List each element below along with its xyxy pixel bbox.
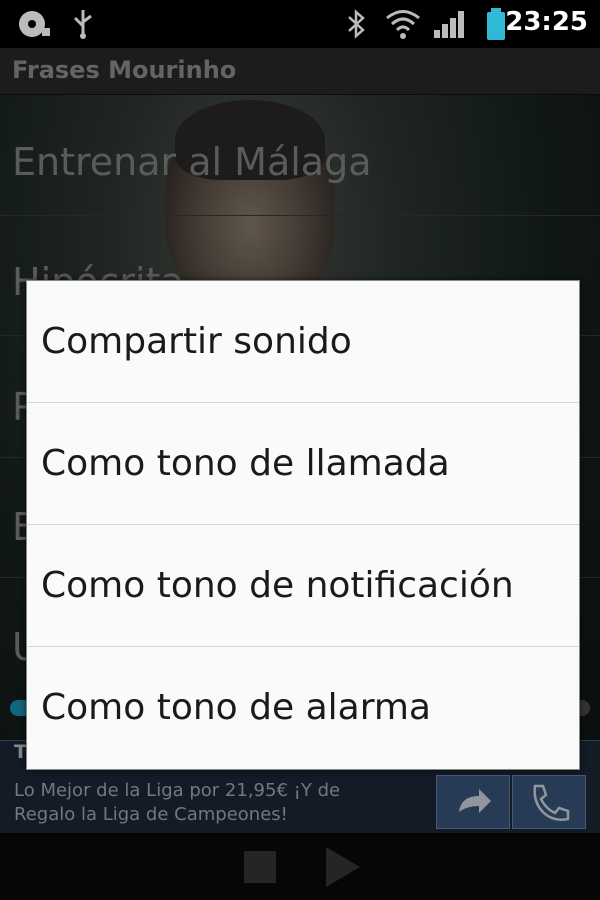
dialog-option-label: Como tono de alarma xyxy=(41,687,431,728)
sd-card-icon xyxy=(19,11,50,37)
dialog-option-label: Como tono de notificación xyxy=(41,565,514,606)
share-sound-option[interactable]: Compartir sonido xyxy=(27,281,579,402)
bluetooth-icon xyxy=(348,9,365,39)
set-alarm-option[interactable]: Como tono de alarma xyxy=(27,647,579,768)
battery-icon xyxy=(487,8,505,40)
dialog-option-label: Como tono de llamada xyxy=(41,443,450,484)
status-bar: 23:25 xyxy=(0,0,600,48)
set-ringtone-option[interactable]: Como tono de llamada xyxy=(27,403,579,524)
status-clock: 23:25 xyxy=(505,7,588,37)
ringtone-options-dialog: Compartir sonido Como tono de llamada Co… xyxy=(26,280,580,770)
dialog-option-label: Compartir sonido xyxy=(41,321,352,362)
wifi-icon xyxy=(386,10,420,39)
usb-icon xyxy=(73,10,92,39)
signal-icon xyxy=(434,11,464,38)
set-notification-option[interactable]: Como tono de notificación xyxy=(27,525,579,646)
